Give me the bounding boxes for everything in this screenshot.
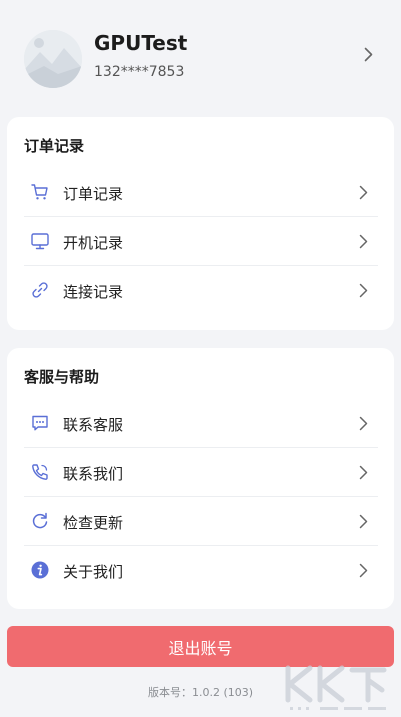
- chevron-right-icon: [359, 185, 368, 200]
- menu-item-about-us[interactable]: 关于我们: [24, 546, 378, 595]
- chevron-right-icon: [359, 283, 368, 298]
- orders-card: 订单记录 订单记录 开机记录 连接记录: [7, 117, 394, 330]
- menu-item-contact-us[interactable]: 联系我们: [24, 448, 378, 497]
- menu-item-order-records[interactable]: 订单记录: [24, 168, 378, 217]
- chevron-right-icon: [364, 47, 373, 62]
- chevron-right-icon: [359, 514, 368, 529]
- chevron-right-icon: [359, 234, 368, 249]
- watermark-logo: [285, 665, 387, 710]
- chat-icon: [32, 415, 48, 431]
- monitor-icon: [31, 233, 49, 250]
- menu-item-label: 开机记录: [63, 234, 124, 252]
- menu-item-boot-records[interactable]: 开机记录: [24, 217, 378, 266]
- menu-item-label: 关于我们: [63, 563, 124, 581]
- avatar-image: [24, 30, 82, 88]
- username: GPUTest: [94, 31, 188, 55]
- menu-item-label: 订单记录: [63, 185, 124, 203]
- menu-item-label: 检查更新: [63, 514, 124, 532]
- orders-card-title: 订单记录: [24, 137, 85, 155]
- phone-icon: [32, 464, 48, 480]
- menu-item-connection-records[interactable]: 连接记录: [24, 266, 378, 315]
- chevron-right-icon: [359, 465, 368, 480]
- support-card-title: 客服与帮助: [24, 368, 100, 386]
- refresh-icon: [32, 512, 48, 529]
- info-icon: [31, 561, 49, 579]
- chevron-right-icon: [359, 416, 368, 431]
- support-card: 客服与帮助 联系客服 联系我们 检查更新 关于我们: [7, 348, 394, 609]
- menu-item-customer-service[interactable]: 联系客服: [24, 399, 378, 448]
- profile-header[interactable]: GPUTest 132****7853: [0, 0, 401, 110]
- avatar[interactable]: [24, 30, 82, 88]
- menu-item-label: 联系我们: [63, 465, 124, 483]
- link-icon: [32, 282, 48, 298]
- menu-item-check-update[interactable]: 检查更新: [24, 497, 378, 546]
- menu-item-label: 连接记录: [63, 283, 124, 301]
- cart-icon: [31, 184, 48, 200]
- menu-item-label: 联系客服: [63, 416, 124, 434]
- chevron-right-icon: [359, 563, 368, 578]
- phone-number: 132****7853: [94, 64, 185, 80]
